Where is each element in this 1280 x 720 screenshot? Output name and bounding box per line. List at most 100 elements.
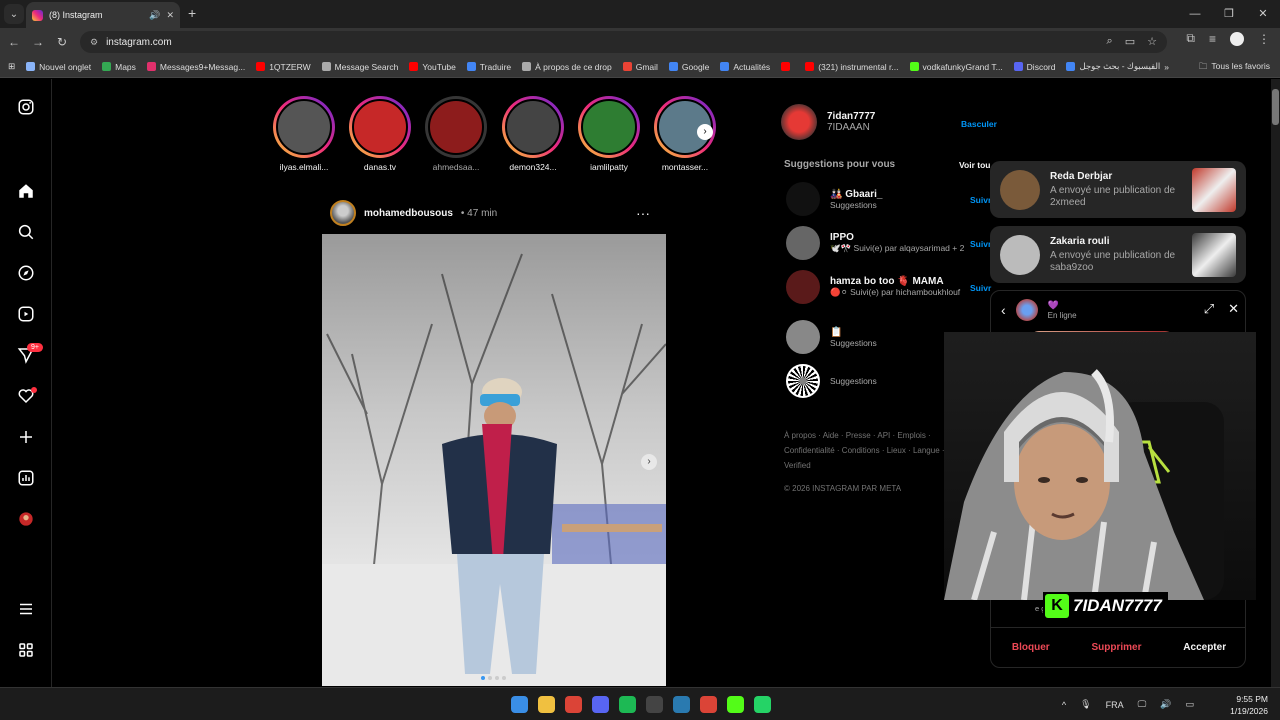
see-all-link[interactable]: Voir tou (959, 160, 990, 170)
speaker-icon[interactable]: 🔊 (149, 10, 160, 21)
close-window-button[interactable]: ✕ (1246, 0, 1280, 28)
apps-icon[interactable] (16, 640, 36, 660)
switch-account-link[interactable]: Basculer (961, 119, 997, 129)
site-info-icon[interactable]: ⚙ (90, 37, 98, 48)
suggestion-item[interactable]: IPPO 🕊️🎌 Suivi(e) par alqaysarimad + 2 (786, 226, 986, 260)
minimize-button[interactable]: — (1178, 0, 1212, 28)
kick-icon[interactable] (727, 696, 744, 713)
suggestion-avatar[interactable] (786, 182, 820, 216)
chat-back-icon[interactable]: ‹ (1001, 302, 1006, 318)
bookmark-item[interactable]: Messages9+Messag... (146, 61, 245, 72)
delete-button[interactable]: Supprimer (1091, 642, 1141, 653)
network-icon[interactable]: 🖵 (1138, 699, 1147, 710)
bookmark-item[interactable]: (321) instrumental r... (805, 61, 899, 72)
bookmark-item[interactable]: Discord (1013, 61, 1055, 72)
discord-icon[interactable] (592, 696, 609, 713)
bookmark-item[interactable]: Traduire (466, 61, 511, 72)
post-next-button[interactable]: › (641, 454, 657, 470)
suggestion-avatar[interactable] (786, 226, 820, 260)
battery-icon[interactable]: ▭ (1185, 699, 1194, 710)
close-chat-icon[interactable]: ✕ (1228, 301, 1239, 317)
language-indicator[interactable]: FRA (1106, 700, 1124, 710)
clock[interactable]: 9:55 PM 1/19/2026 (1230, 693, 1268, 717)
tab-instagram[interactable]: (8) Instagram 🔊 ✕ (26, 2, 180, 28)
message-notification[interactable]: Zakaria rouli A envoyé une publication de… (990, 226, 1246, 283)
bookmark-item[interactable]: Message Search (321, 61, 398, 72)
reading-list-icon[interactable]: ≡ (1209, 32, 1216, 46)
bookmark-item[interactable] (781, 61, 794, 72)
new-tab-button[interactable]: + (188, 5, 196, 21)
tab-search-icon[interactable]: ⌄ (4, 4, 24, 24)
obs-icon[interactable] (646, 696, 663, 713)
current-user[interactable]: 7idan7777 7IDAAAN (781, 104, 875, 140)
extensions-icon[interactable]: ⧉ (1186, 31, 1195, 46)
bookmark-item[interactable]: الفيسبوك - بحث جوجل (1066, 61, 1160, 72)
apps-grid-icon[interactable]: ⊞ (8, 61, 15, 72)
post-author[interactable]: mohamedbousous (364, 208, 453, 219)
microphone-icon[interactable]: 🎙 (1080, 699, 1091, 710)
bookmark-item[interactable]: 1QTZERW (256, 61, 311, 72)
create-icon[interactable] (16, 427, 36, 447)
editor-icon[interactable] (673, 696, 690, 713)
all-bookmarks[interactable]: 🗀 Tous les favoris (1199, 61, 1270, 75)
story-item[interactable]: ilyas.elmali... (272, 96, 336, 172)
story-item[interactable]: danas.tv (348, 96, 412, 172)
suggestion-avatar[interactable] (786, 364, 820, 398)
chrome-active-icon[interactable] (700, 696, 717, 713)
follow-button[interactable]: Suivr (970, 239, 991, 249)
tray-overflow-icon[interactable]: ^ (1062, 700, 1066, 710)
current-username[interactable]: 7idan7777 (827, 111, 875, 122)
bookmark-item[interactable]: Actualités (720, 61, 770, 72)
suggestion-name[interactable]: 🎎 Gbaari_ (830, 189, 882, 200)
message-notification[interactable]: Reda Derbjar A envoyé une publication de … (990, 161, 1246, 218)
volume-icon[interactable]: 🔊 (1160, 699, 1171, 710)
kebab-menu-icon[interactable]: ⋮ (1258, 32, 1270, 46)
restore-button[interactable]: ❒ (1212, 0, 1246, 28)
bookmarks-more-icon[interactable]: » (1164, 62, 1169, 72)
spotify-icon[interactable] (619, 696, 636, 713)
bookmark-item[interactable]: Google (668, 61, 709, 72)
forward-icon[interactable]: → (26, 35, 50, 49)
story-item[interactable]: ahmedsaa... (424, 96, 488, 172)
bookmark-item[interactable]: YouTube (409, 61, 456, 72)
post-author-avatar[interactable] (330, 200, 356, 226)
story-item[interactable]: iamlilpatty (577, 96, 641, 172)
expand-icon[interactable]: ⤢ (1204, 301, 1214, 317)
suggestion-name[interactable]: IPPO (830, 232, 964, 243)
story-item[interactable]: demon324... (501, 96, 565, 172)
reels-icon[interactable] (16, 304, 36, 324)
bookmark-item[interactable]: Nouvel onglet (26, 61, 91, 72)
menu-icon[interactable] (16, 599, 36, 619)
search-icon[interactable] (16, 222, 36, 242)
follow-button[interactable]: Suivr (970, 283, 991, 293)
suggestion-avatar[interactable] (786, 270, 820, 304)
bookmark-item[interactable]: À propos de ce drop (522, 61, 612, 72)
suggestion-name[interactable]: 📋 (830, 327, 877, 338)
accept-button[interactable]: Accepter (1183, 642, 1226, 653)
whatsapp-icon[interactable] (754, 696, 771, 713)
bookmark-item[interactable]: vodkafunkyGrand T... (909, 61, 1003, 72)
url-text[interactable]: instagram.com (106, 37, 172, 48)
reload-icon[interactable]: ↻ (50, 35, 74, 49)
profile-icon[interactable] (1230, 31, 1244, 46)
instagram-icon[interactable] (16, 97, 36, 117)
profile-icon[interactable] (16, 509, 36, 529)
suggestion-avatar[interactable] (786, 320, 820, 354)
dashboard-icon[interactable] (16, 468, 36, 488)
post-image[interactable] (322, 234, 666, 686)
close-tab-icon[interactable]: ✕ (166, 10, 174, 21)
bookmark-item[interactable]: Gmail (622, 61, 658, 72)
home-icon[interactable] (16, 181, 36, 201)
stories-next-button[interactable]: › (697, 124, 713, 140)
follow-button[interactable]: Suivr (970, 195, 991, 205)
bookmark-star-icon[interactable]: ☆ (1147, 35, 1157, 48)
page-scrollbar[interactable] (1271, 79, 1280, 687)
current-user-avatar[interactable] (781, 104, 817, 140)
chat-avatar[interactable] (1015, 299, 1038, 321)
cast-icon[interactable]: ▭ (1125, 35, 1135, 48)
chrome-icon[interactable] (565, 696, 582, 713)
post-more-icon[interactable]: ··· (636, 205, 650, 221)
explore-icon[interactable] (16, 263, 36, 283)
windows-start-icon[interactable] (511, 696, 528, 713)
bookmark-item[interactable]: Maps (102, 61, 136, 72)
